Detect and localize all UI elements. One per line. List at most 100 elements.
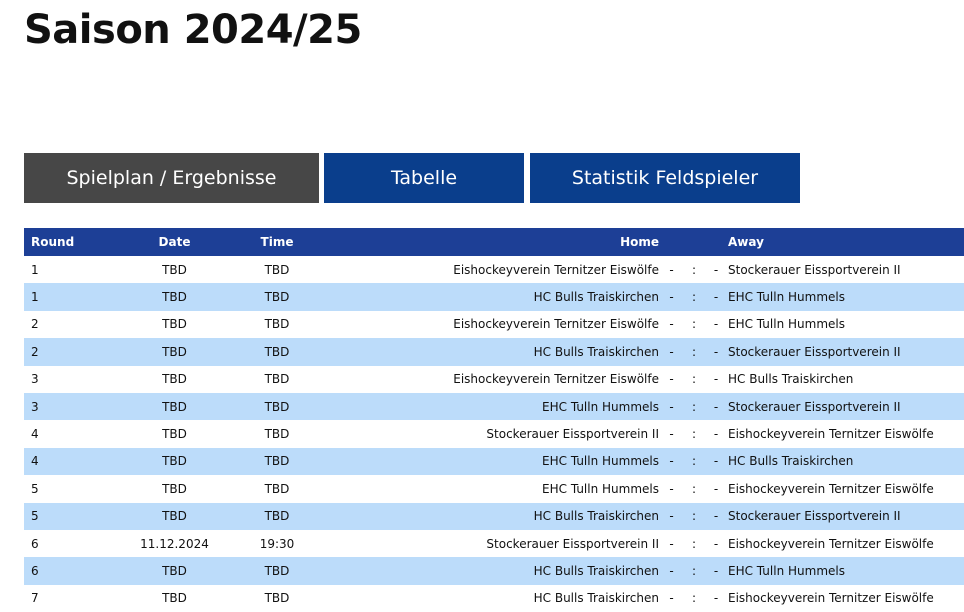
cell-score-away: - [704,557,728,585]
cell-score-home: - [659,529,684,558]
cell-time: TBD [232,557,322,585]
table-header-row: Round Date Time Home Away [24,228,964,256]
cell-score-home: - [659,420,684,448]
cell-round: 1 [24,283,117,311]
cell-score-separator: : [684,447,704,476]
cell-home-team: HC Bulls Traiskirchen [322,338,659,366]
tab-spielplan-ergebnisse[interactable]: Spielplan / Ergebnisse [24,153,319,203]
cell-score-home: - [659,447,684,476]
cell-away-team: EHC Tulln Hummels [728,283,964,311]
cell-score-away: - [704,283,728,311]
cell-home-team: EHC Tulln Hummels [322,447,659,476]
cell-score-away: - [704,502,728,530]
cell-home-team: Stockerauer Eissportverein II [322,529,659,558]
cell-time: TBD [232,310,322,339]
cell-round: 3 [24,365,117,393]
cell-score-separator: : [684,365,704,393]
cell-home-team: Eishockeyverein Ternitzer Eiswölfe [322,256,659,284]
cell-score-separator: : [684,420,704,448]
cell-score-away: - [704,475,728,503]
cell-date: TBD [117,447,232,476]
cell-round: 4 [24,420,117,448]
tab-tabelle[interactable]: Tabelle [324,153,524,203]
cell-score-away: - [704,338,728,366]
table-row: 1 TBD TBD HC Bulls Traiskirchen -: - EHC Tulln… [24,283,964,311]
cell-round: 7 [24,584,117,612]
cell-round: 4 [24,447,117,476]
cell-time: TBD [232,584,322,612]
cell-score-away: - [704,392,728,421]
cell-score-away: - [704,447,728,476]
cell-away-team: EHC Tulln Hummels [728,557,964,585]
cell-round: 6 [24,557,117,585]
cell-score-away: - [704,420,728,448]
cell-date: TBD [117,310,232,339]
cell-score-separator: : [684,584,704,612]
cell-round: 3 [24,392,117,421]
column-header-date: Date [117,228,232,256]
column-header-away: Away [728,228,964,256]
column-header-score-away [704,228,728,256]
table-row: 7 TBD TBD HC Bulls Traiskirchen -: - Eishockey… [24,584,964,612]
table-row: 3 TBD TBD Eishockeyverein Ternitzer Eiswölf… [24,365,964,393]
cell-date: TBD [117,338,232,366]
table-row: 6 11.12.2024 19:30 Stockerauer Eissportvere… [24,529,964,558]
cell-round: 6 [24,529,117,558]
cell-score-home: - [659,283,684,311]
cell-home-team: HC Bulls Traiskirchen [322,557,659,585]
cell-time: TBD [232,256,322,284]
table-row: 2 TBD TBD HC Bulls Traiskirchen -: - Stockerau… [24,338,964,366]
cell-score-home: - [659,256,684,284]
table-row: 4 TBD TBD EHC Tulln Hummels -: - HC Bulls Trai… [24,447,964,476]
cell-round: 5 [24,502,117,530]
cell-away-team: Eishockeyverein Ternitzer Eiswölfe [728,420,964,448]
cell-away-team: HC Bulls Traiskirchen [728,365,964,393]
cell-away-team: Stockerauer Eissportverein II [728,502,964,530]
cell-date: TBD [117,392,232,421]
cell-score-away: - [704,365,728,393]
table-row: 5 TBD TBD HC Bulls Traiskirchen -: - Stockerau… [24,502,964,530]
cell-round: 2 [24,338,117,366]
cell-date: TBD [117,475,232,503]
column-header-score-sep [684,228,704,256]
cell-home-team: HC Bulls Traiskirchen [322,283,659,311]
cell-time: TBD [232,502,322,530]
table-row: 4 TBD TBD Stockerauer Eissportverein II -: - E… [24,420,964,448]
cell-date: TBD [117,557,232,585]
cell-round: 1 [24,256,117,284]
cell-date: 11.12.2024 [117,529,232,558]
cell-score-separator: : [684,502,704,530]
cell-score-home: - [659,338,684,366]
cell-time: TBD [232,338,322,366]
cell-score-home: - [659,310,684,339]
cell-date: TBD [117,365,232,393]
cell-score-home: - [659,584,684,612]
cell-home-team: EHC Tulln Hummels [322,392,659,421]
cell-time: TBD [232,420,322,448]
cell-score-separator: : [684,392,704,421]
cell-score-home: - [659,475,684,503]
tab-statistik-feldspieler[interactable]: Statistik Feldspieler [530,153,800,203]
cell-away-team: Eishockeyverein Ternitzer Eiswölfe [728,475,964,503]
cell-away-team: Eishockeyverein Ternitzer Eiswölfe [728,529,964,558]
cell-home-team: Eishockeyverein Ternitzer Eiswölfe [322,310,659,339]
column-header-home: Home [322,228,659,256]
cell-home-team: Stockerauer Eissportverein II [322,420,659,448]
cell-away-team: Stockerauer Eissportverein II [728,338,964,366]
cell-date: TBD [117,283,232,311]
cell-score-separator: : [684,557,704,585]
table-row: 2 TBD TBD Eishockeyverein Ternitzer Eiswölf… [24,310,964,339]
cell-score-away: - [704,529,728,558]
table-row: 1 TBD TBD Eishockeyverein Ternitzer Eiswölf… [24,256,964,284]
cell-score-away: - [704,584,728,612]
page-title: Saison 2024/25 [24,7,362,53]
cell-home-team: Eishockeyverein Ternitzer Eiswölfe [322,365,659,393]
cell-away-team: Stockerauer Eissportverein II [728,256,964,284]
cell-score-home: - [659,502,684,530]
cell-away-team: HC Bulls Traiskirchen [728,447,964,476]
cell-date: TBD [117,584,232,612]
cell-home-team: HC Bulls Traiskirchen [322,502,659,530]
cell-date: TBD [117,420,232,448]
cell-home-team: EHC Tulln Hummels [322,475,659,503]
cell-round: 5 [24,475,117,503]
